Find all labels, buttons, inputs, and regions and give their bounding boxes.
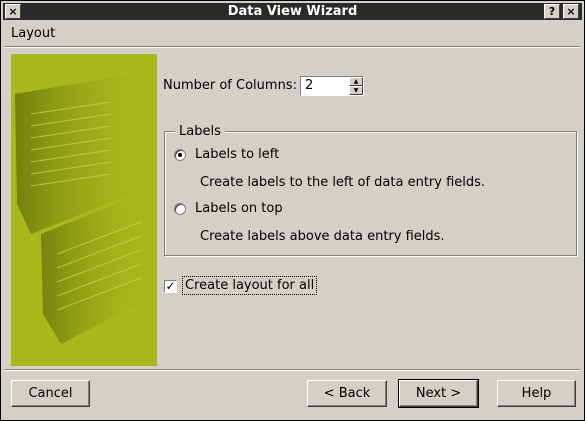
spin-down-icon[interactable]: ▼ bbox=[349, 86, 363, 95]
labels-top-label[interactable]: Labels on top bbox=[195, 201, 283, 216]
radio-selected-dot bbox=[178, 153, 182, 157]
spin-up-icon[interactable]: ▲ bbox=[349, 77, 363, 86]
next-button[interactable]: Next > bbox=[398, 379, 479, 408]
labels-left-label[interactable]: Labels to left bbox=[195, 147, 279, 162]
create-all-checkbox[interactable]: ✓ bbox=[164, 280, 177, 293]
forms-illustration-icon bbox=[11, 54, 157, 366]
columns-label: Number of Columns: bbox=[163, 78, 297, 93]
top-divider bbox=[5, 46, 580, 48]
page-heading: Layout bbox=[11, 26, 56, 41]
wizard-window: × Data View Wizard ? × Layout Number of … bbox=[0, 0, 585, 421]
title-bar[interactable]: × Data View Wizard ? × bbox=[3, 3, 582, 20]
columns-value[interactable]: 2 bbox=[305, 78, 313, 93]
back-button[interactable]: < Back bbox=[307, 380, 387, 407]
labels-group-title: Labels bbox=[175, 124, 225, 139]
bottom-divider bbox=[5, 369, 580, 371]
spin-arrows[interactable]: ▲ ▼ bbox=[349, 77, 363, 95]
labels-top-radio[interactable] bbox=[174, 203, 186, 215]
cancel-button[interactable]: Cancel bbox=[11, 380, 90, 407]
create-all-label[interactable]: Create layout for all bbox=[182, 276, 318, 295]
help-icon[interactable]: ? bbox=[544, 4, 560, 19]
labels-top-desc: Create labels above data entry fields. bbox=[200, 229, 445, 244]
window-title: Data View Wizard bbox=[227, 4, 358, 19]
wizard-illustration bbox=[11, 54, 157, 366]
labels-left-radio[interactable] bbox=[174, 149, 186, 161]
close-window-icon[interactable]: × bbox=[563, 4, 579, 19]
help-button[interactable]: Help bbox=[497, 380, 576, 407]
labels-left-desc: Create labels to the left of data entry … bbox=[200, 175, 486, 190]
columns-spinbox[interactable]: 2 ▲ ▼ bbox=[300, 76, 364, 96]
